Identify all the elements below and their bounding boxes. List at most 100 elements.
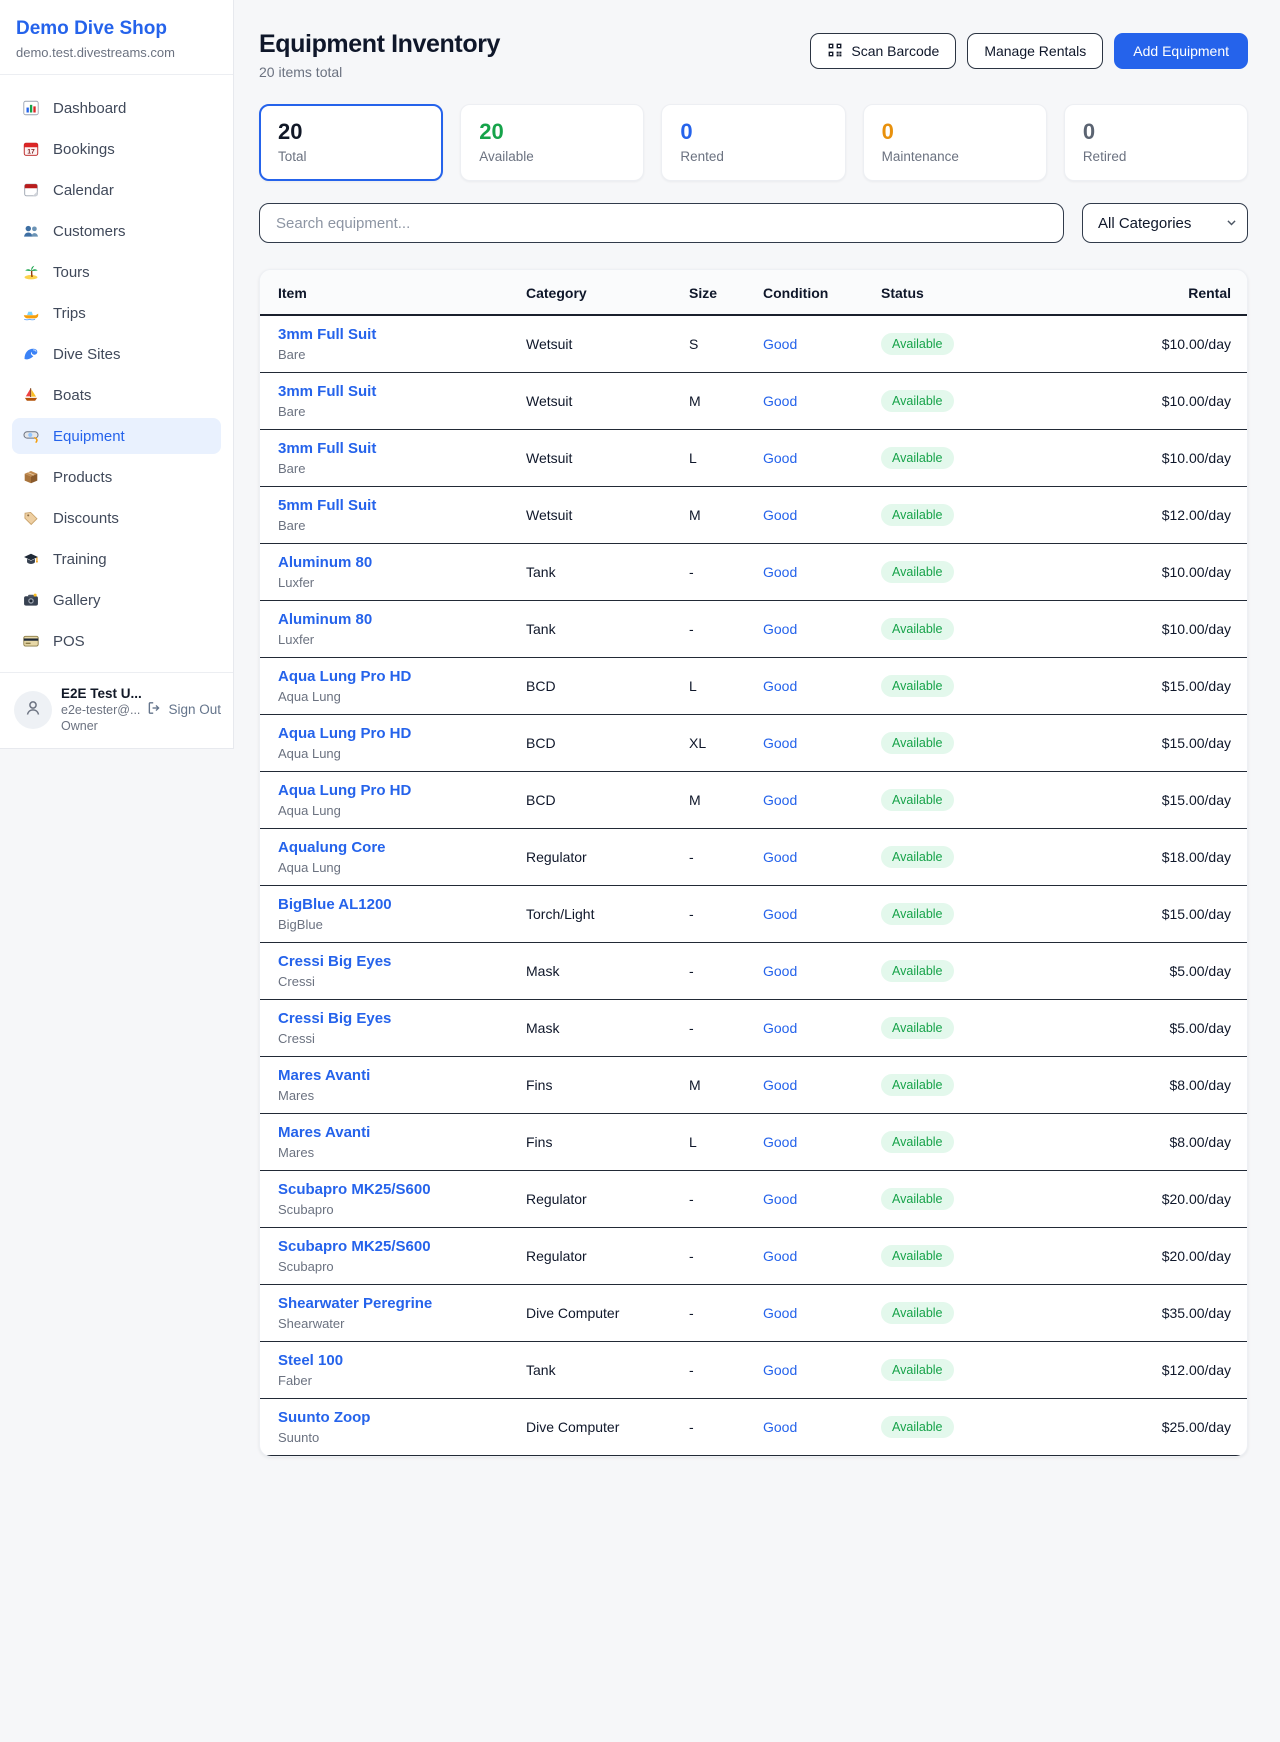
stat-card-total[interactable]: 20 Total: [259, 104, 443, 181]
table-row[interactable]: BigBlue AL1200 BigBlue Torch/Light - Goo…: [260, 886, 1247, 943]
item-name-link[interactable]: Scubapro MK25/S600: [278, 1238, 526, 1255]
table-row[interactable]: Steel 100 Faber Tank - Good Available $1…: [260, 1342, 1247, 1399]
table-row[interactable]: Shearwater Peregrine Shearwater Dive Com…: [260, 1285, 1247, 1342]
sidebar-item-pos[interactable]: POS: [12, 623, 221, 659]
item-condition-link[interactable]: Good: [763, 963, 797, 979]
item-condition-link[interactable]: Good: [763, 336, 797, 352]
item-name-link[interactable]: Aqualung Core: [278, 839, 526, 856]
stat-card-maintenance[interactable]: 0 Maintenance: [863, 104, 1047, 181]
table-row[interactable]: Aqua Lung Pro HD Aqua Lung BCD XL Good A…: [260, 715, 1247, 772]
sidebar-item-boats[interactable]: Boats: [12, 377, 221, 413]
item-condition-link[interactable]: Good: [763, 792, 797, 808]
sidebar-item-customers[interactable]: Customers: [12, 213, 221, 249]
item-condition-link[interactable]: Good: [763, 1305, 797, 1321]
sidebar-item-training[interactable]: Training: [12, 541, 221, 577]
item-name-link[interactable]: Steel 100: [278, 1352, 526, 1369]
sidebar-item-products[interactable]: Products: [12, 459, 221, 495]
sidebar-item-label: Dive Sites: [53, 346, 121, 363]
table-row[interactable]: Scubapro MK25/S600 Scubapro Regulator - …: [260, 1171, 1247, 1228]
search-input[interactable]: [259, 203, 1064, 243]
table-row[interactable]: Cressi Big Eyes Cressi Mask - Good Avail…: [260, 943, 1247, 1000]
manage-rentals-button[interactable]: Manage Rentals: [967, 33, 1103, 69]
table-row[interactable]: Suunto Zoop Suunto Dive Computer - Good …: [260, 1399, 1247, 1456]
table-row[interactable]: 3mm Full Suit Bare Wetsuit L Good Availa…: [260, 430, 1247, 487]
item-size: -: [689, 1228, 763, 1285]
sidebar-item-calendar[interactable]: Calendar: [12, 172, 221, 208]
category-select[interactable]: All Categories: [1082, 203, 1248, 243]
table-row[interactable]: Mares Avanti Mares Fins L Good Available…: [260, 1114, 1247, 1171]
scan-barcode-button[interactable]: Scan Barcode: [810, 33, 956, 69]
item-condition-link[interactable]: Good: [763, 1077, 797, 1093]
item-size: -: [689, 1399, 763, 1456]
item-condition-link[interactable]: Good: [763, 735, 797, 751]
item-condition-link[interactable]: Good: [763, 393, 797, 409]
item-category: Wetsuit: [526, 315, 689, 373]
item-condition-link[interactable]: Good: [763, 678, 797, 694]
item-condition-link[interactable]: Good: [763, 507, 797, 523]
item-condition-link[interactable]: Good: [763, 1419, 797, 1435]
table-row[interactable]: Aqualung Core Aqua Lung Regulator - Good…: [260, 829, 1247, 886]
item-name-link[interactable]: Cressi Big Eyes: [278, 953, 526, 970]
item-condition-link[interactable]: Good: [763, 1248, 797, 1264]
item-condition-link[interactable]: Good: [763, 564, 797, 580]
table-row[interactable]: Mares Avanti Mares Fins M Good Available…: [260, 1057, 1247, 1114]
sidebar-item-discounts[interactable]: Discounts: [12, 500, 221, 536]
item-name-link[interactable]: Aluminum 80: [278, 554, 526, 571]
discounts-icon: [22, 509, 40, 527]
status-badge: Available: [881, 561, 954, 583]
item-condition-link[interactable]: Good: [763, 1362, 797, 1378]
item-name-link[interactable]: Scubapro MK25/S600: [278, 1181, 526, 1198]
sidebar-item-dashboard[interactable]: Dashboard: [12, 90, 221, 126]
item-name-link[interactable]: 3mm Full Suit: [278, 326, 526, 343]
item-rental-rate: $12.00/day: [1162, 1362, 1231, 1378]
item-rental-rate: $5.00/day: [1170, 1020, 1232, 1036]
item-name-link[interactable]: Suunto Zoop: [278, 1409, 526, 1426]
stat-card-retired[interactable]: 0 Retired: [1064, 104, 1248, 181]
sidebar-item-dive-sites[interactable]: Dive Sites: [12, 336, 221, 372]
sidebar-item-bookings[interactable]: 17 Bookings: [12, 131, 221, 167]
avatar: [14, 691, 52, 729]
item-name-link[interactable]: BigBlue AL1200: [278, 896, 526, 913]
item-name-link[interactable]: Mares Avanti: [278, 1124, 526, 1141]
table-row[interactable]: Aluminum 80 Luxfer Tank - Good Available…: [260, 601, 1247, 658]
item-name-link[interactable]: Aqua Lung Pro HD: [278, 782, 526, 799]
item-condition-link[interactable]: Good: [763, 621, 797, 637]
table-row[interactable]: Cressi Big Eyes Cressi Mask - Good Avail…: [260, 1000, 1247, 1057]
sidebar-item-equipment[interactable]: Equipment: [12, 418, 221, 454]
item-condition-link[interactable]: Good: [763, 1020, 797, 1036]
brand[interactable]: Demo Dive Shop demo.test.divestreams.com: [0, 0, 233, 75]
item-condition-link[interactable]: Good: [763, 1134, 797, 1150]
table-row[interactable]: 5mm Full Suit Bare Wetsuit M Good Availa…: [260, 487, 1247, 544]
item-name-link[interactable]: 3mm Full Suit: [278, 440, 526, 457]
item-condition-link[interactable]: Good: [763, 906, 797, 922]
item-condition-link[interactable]: Good: [763, 450, 797, 466]
item-name-link[interactable]: Aqua Lung Pro HD: [278, 668, 526, 685]
sidebar-item-tours[interactable]: Tours: [12, 254, 221, 290]
sign-out-button[interactable]: Sign Out: [146, 700, 221, 719]
status-badge: Available: [881, 960, 954, 982]
table-row[interactable]: Aqua Lung Pro HD Aqua Lung BCD L Good Av…: [260, 658, 1247, 715]
stat-card-rented[interactable]: 0 Rented: [661, 104, 845, 181]
item-name-link[interactable]: Cressi Big Eyes: [278, 1010, 526, 1027]
item-size: M: [689, 487, 763, 544]
table-row[interactable]: Aluminum 80 Luxfer Tank - Good Available…: [260, 544, 1247, 601]
item-name-link[interactable]: Aqua Lung Pro HD: [278, 725, 526, 742]
item-name-link[interactable]: 5mm Full Suit: [278, 497, 526, 514]
sidebar-item-label: Gallery: [53, 592, 101, 609]
brand-title[interactable]: Demo Dive Shop: [16, 18, 217, 40]
table-row[interactable]: Aqua Lung Pro HD Aqua Lung BCD M Good Av…: [260, 772, 1247, 829]
stat-card-available[interactable]: 20 Available: [460, 104, 644, 181]
item-condition-link[interactable]: Good: [763, 849, 797, 865]
table-row[interactable]: 3mm Full Suit Bare Wetsuit S Good Availa…: [260, 315, 1247, 373]
add-equipment-button[interactable]: Add Equipment: [1114, 33, 1248, 69]
item-name-link[interactable]: Aluminum 80: [278, 611, 526, 628]
table-row[interactable]: 3mm Full Suit Bare Wetsuit M Good Availa…: [260, 373, 1247, 430]
sidebar-item-gallery[interactable]: Gallery: [12, 582, 221, 618]
item-name-link[interactable]: Shearwater Peregrine: [278, 1295, 526, 1312]
sidebar-item-trips[interactable]: Trips: [12, 295, 221, 331]
item-name-link[interactable]: Mares Avanti: [278, 1067, 526, 1084]
item-condition-link[interactable]: Good: [763, 1191, 797, 1207]
table-row[interactable]: Scubapro MK25/S600 Scubapro Regulator - …: [260, 1228, 1247, 1285]
item-name-link[interactable]: 3mm Full Suit: [278, 383, 526, 400]
item-rental-rate: $20.00/day: [1162, 1248, 1231, 1264]
